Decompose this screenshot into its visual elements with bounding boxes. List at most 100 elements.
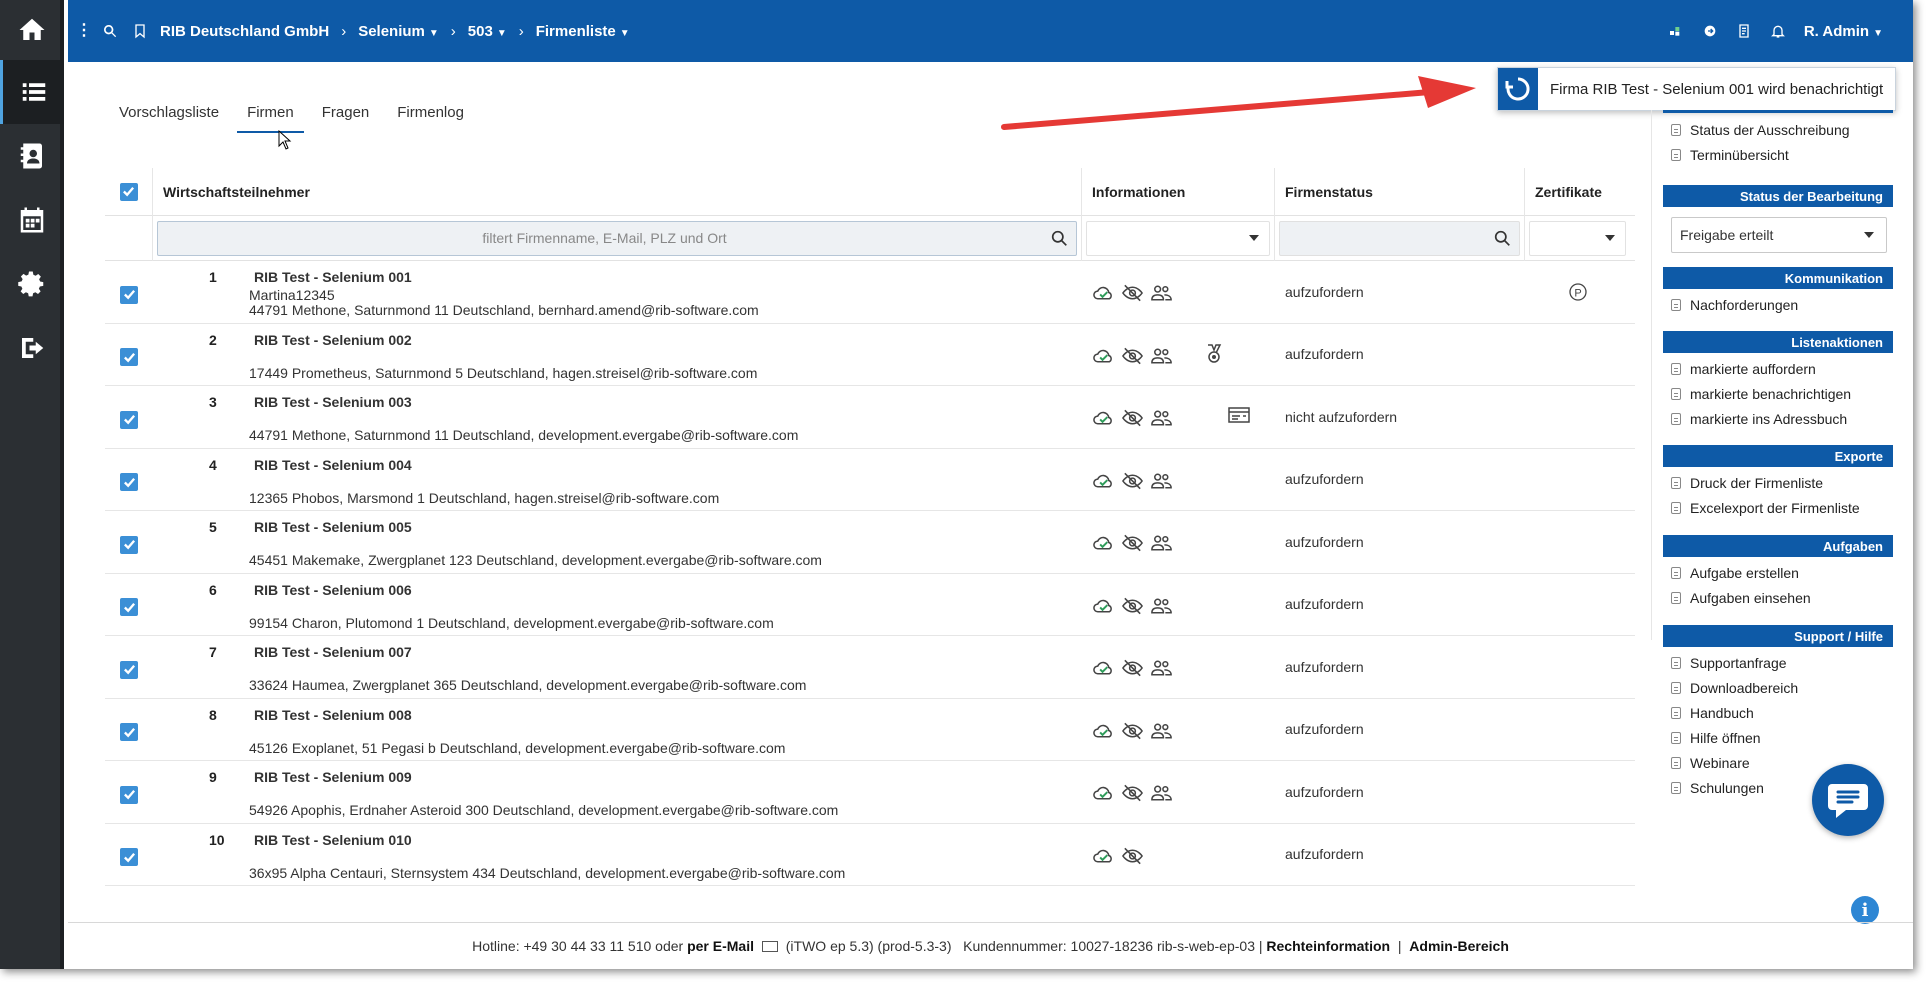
company-name[interactable]: RIB Test - Selenium 008 [254,707,412,723]
row-company-cell[interactable]: 7 RIB Test - Selenium 007 33624 Haumea, Zw… [153,636,1082,698]
company-name[interactable]: RIB Test - Selenium 009 [254,769,412,785]
table-row[interactable]: 4 RIB Test - Selenium 004 12365 Phobos, Ma… [105,449,1635,511]
row-checkbox[interactable] [120,785,138,804]
panel-item[interactable]: Handbuch [1663,700,1893,725]
apps-icon[interactable] [1668,23,1684,39]
calendar-button[interactable] [0,188,64,252]
header-wirtschaftsteilnehmer[interactable]: Wirtschaftsteilnehmer [153,167,1082,216]
tab-fragen[interactable]: Fragen [322,100,380,133]
row-checkbox[interactable] [120,473,138,492]
company-name[interactable]: RIB Test - Selenium 005 [254,519,412,535]
chat-button[interactable] [1812,764,1884,836]
company-name[interactable]: RIB Test - Selenium 006 [254,582,412,598]
row-company-cell[interactable]: 6 RIB Test - Selenium 006 99154 Charon, Pl… [153,574,1082,636]
panel-item[interactable]: Hilfe öffnen [1663,725,1893,750]
panel-item[interactable]: Downloadbereich [1663,675,1893,700]
row-checkbox[interactable] [120,598,138,617]
switch-icon[interactable] [1702,23,1718,39]
row-company-cell[interactable]: 3 RIB Test - Selenium 003 44791 Methone, S… [153,386,1082,448]
info-icons[interactable] [1092,346,1173,366]
home-button[interactable] [0,0,64,60]
footer-email-link[interactable]: per E-Mail [687,938,754,954]
row-company-cell[interactable]: 4 RIB Test - Selenium 004 12365 Phobos, Ma… [153,449,1082,511]
row-checkbox[interactable] [120,535,138,554]
table-row[interactable]: 6 RIB Test - Selenium 006 99154 Charon, Pl… [105,574,1635,636]
company-name[interactable]: RIB Test - Selenium 007 [254,644,412,660]
row-company-cell[interactable]: 5 RIB Test - Selenium 005 45451 Makemake, … [153,511,1082,573]
notes-icon[interactable] [1736,23,1752,39]
panel-item-terminuebersicht[interactable]: Terminübersicht [1663,142,1893,167]
info-icons[interactable] [1092,283,1173,303]
list-button[interactable] [0,60,64,124]
table-row[interactable]: 10 RIB Test - Selenium 010 36x95 Alpha Cen… [105,824,1635,886]
info-icons[interactable] [1092,658,1173,678]
info-icons[interactable] [1092,783,1173,803]
row-checkbox[interactable] [120,723,138,742]
panel-item[interactable]: Nachforderungen [1663,292,1893,317]
search-icon[interactable] [1051,230,1068,247]
info-icons[interactable] [1092,721,1173,741]
table-row[interactable]: 1 RIB Test - Selenium 001 Martina12345 4479… [105,261,1635,324]
tab-firmenlog[interactable]: Firmenlog [397,100,474,133]
bell-icon[interactable] [1770,23,1786,39]
info-icons[interactable] [1092,471,1173,491]
bearbeitung-status-select[interactable]: Freigabe erteilt [1671,217,1887,253]
panel-item[interactable]: Aufgabe erstellen [1663,560,1893,585]
header-zertifikate[interactable]: Zertifikate [1525,168,1630,216]
panel-item[interactable]: Aufgaben einsehen [1663,585,1893,610]
table-row[interactable]: 5 RIB Test - Selenium 005 45451 Makemake, … [105,511,1635,574]
header-firmenstatus[interactable]: Firmenstatus [1275,167,1525,216]
panel-item[interactable]: Supportanfrage [1663,650,1893,675]
tab-firmen[interactable]: Firmen [237,100,304,133]
row-company-cell[interactable]: 8 RIB Test - Selenium 008 45126 Exoplanet,… [153,699,1082,761]
row-checkbox[interactable] [120,348,138,367]
info-icons[interactable] [1092,596,1173,616]
panel-item-status-ausschreibung[interactable]: Status der Ausschreibung [1663,117,1893,142]
row-checkbox[interactable] [120,848,138,867]
panel-item[interactable]: markierte ins Adressbuch [1663,406,1893,431]
status-filter-input[interactable] [1279,220,1520,256]
company-name[interactable]: RIB Test - Selenium 010 [254,832,412,848]
user-menu[interactable]: R. Admin ▼ [1804,23,1883,40]
breadcrumb-company[interactable]: RIB Deutschland GmbH [160,23,329,40]
table-row[interactable]: 7 RIB Test - Selenium 007 33624 Haumea, Zw… [105,636,1635,699]
panel-item[interactable]: markierte auffordern [1663,356,1893,381]
header-informationen[interactable]: Informationen [1082,167,1275,216]
company-filter-input[interactable]: filtert Firmenname, E-Mail, PLZ und Ort [157,220,1077,256]
panel-item[interactable]: markierte benachrichtigen [1663,381,1893,406]
kebab-menu-icon[interactable]: ⋮ [76,23,92,39]
cert-filter-select[interactable] [1529,220,1626,256]
company-name[interactable]: RIB Test - Selenium 004 [254,457,412,473]
select-all-checkbox[interactable] [119,182,138,201]
logout-button[interactable] [0,316,64,380]
row-company-cell[interactable]: 10 RIB Test - Selenium 010 36x95 Alpha Cen… [153,824,1082,886]
info-icons[interactable] [1092,408,1173,428]
breadcrumb-procedure[interactable]: 503 ▼ [468,23,507,40]
contacts-button[interactable] [0,124,64,188]
row-checkbox[interactable] [120,410,138,429]
table-row[interactable]: 2 RIB Test - Selenium 002 17449 Prometheus… [105,324,1635,386]
info-icons[interactable] [1092,846,1144,866]
company-name[interactable]: RIB Test - Selenium 003 [254,394,412,410]
settings-button[interactable] [0,252,64,316]
panel-item[interactable]: Excelexport der Firmenliste [1663,495,1893,520]
table-row[interactable]: 3 RIB Test - Selenium 003 44791 Methone, S… [105,386,1635,449]
row-company-cell[interactable]: 2 RIB Test - Selenium 002 17449 Prometheus… [153,324,1082,386]
bookmark-icon[interactable] [132,23,148,39]
info-icon[interactable]: i [1851,896,1879,924]
company-name[interactable]: RIB Test - Selenium 002 [254,332,412,348]
panel-item[interactable]: Druck der Firmenliste [1663,470,1893,495]
info-filter-select[interactable] [1086,220,1270,256]
search-icon[interactable] [1494,230,1511,247]
row-company-cell[interactable]: 9 RIB Test - Selenium 009 54926 Apophis, E… [153,761,1082,823]
company-name[interactable]: RIB Test - Selenium 001 [254,269,412,285]
footer-rechteinformation-link[interactable]: Rechteinformation [1266,938,1390,954]
table-row[interactable]: 9 RIB Test - Selenium 009 54926 Apophis, E… [105,761,1635,824]
breadcrumb-project[interactable]: Selenium ▼ [358,23,439,40]
tab-vorschlagsliste[interactable]: Vorschlagsliste [119,100,229,133]
footer-admin-link[interactable]: Admin-Bereich [1409,938,1509,954]
row-checkbox[interactable] [120,285,138,304]
search-icon[interactable] [102,23,118,39]
table-row[interactable]: 8 RIB Test - Selenium 008 45126 Exoplanet,… [105,699,1635,761]
row-company-cell[interactable]: 1 RIB Test - Selenium 001 Martina12345 4479… [153,261,1082,323]
